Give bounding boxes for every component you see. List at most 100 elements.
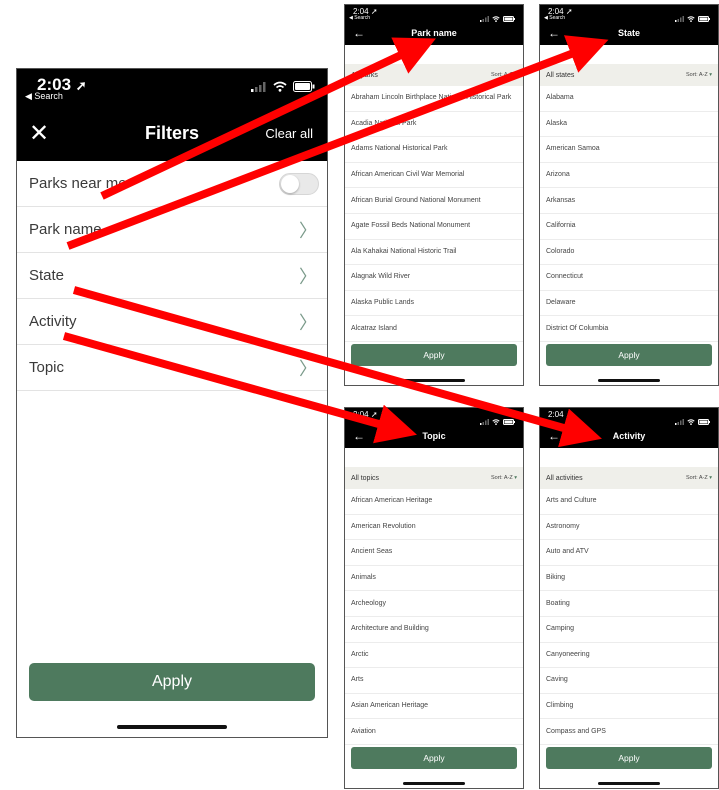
back-to-search-link[interactable]: ◀ Search — [544, 15, 565, 21]
list-item[interactable]: Arts and Culture — [540, 489, 718, 515]
home-indicator[interactable] — [403, 782, 465, 785]
list-item[interactable]: Climbing — [540, 694, 718, 720]
list-item[interactable]: Arizona — [540, 163, 718, 189]
list-item[interactable]: Aviation — [345, 719, 523, 745]
apply-button[interactable]: Apply — [351, 747, 517, 769]
list-item[interactable]: Ala Kahakai National Historic Trail — [345, 240, 523, 266]
back-to-search-link[interactable]: ◀ Search — [25, 91, 63, 102]
status-bar: 2:04 ➚ — [540, 408, 718, 426]
filter-label: State — [29, 267, 65, 284]
caret-down-icon: ▾ — [514, 72, 517, 78]
list-header[interactable]: All activities Sort: A-Z ▾ — [540, 467, 718, 489]
list-item[interactable]: Archeology — [345, 591, 523, 617]
back-to-search-link[interactable]: ◀ Search — [349, 15, 370, 21]
location-arrow-icon: ➚ — [565, 410, 573, 419]
list-item[interactable]: Abraham Lincoln Birthplace National Hist… — [345, 86, 523, 112]
page-title: State — [617, 28, 640, 38]
filter-row-state[interactable]: State 〉 — [17, 253, 327, 299]
caret-down-icon: ▾ — [709, 72, 712, 78]
filters-screen: 2:03 ➚ ◀ Search ✕ Filters Clear all Park… — [16, 68, 328, 738]
nav-bar: ← State — [540, 23, 718, 45]
list-item[interactable]: Delaware — [540, 291, 718, 317]
list-item[interactable]: Astronomy — [540, 515, 718, 541]
list-item[interactable]: Acadia National Park — [345, 112, 523, 138]
list-item[interactable]: American Samoa — [540, 137, 718, 163]
battery-icon — [293, 79, 315, 97]
caret-down-icon: ▾ — [709, 475, 712, 481]
filter-row-activity[interactable]: Activity 〉 — [17, 299, 327, 345]
list-header-label: All topics — [351, 474, 380, 482]
park-filter-screen: 2:04 ➚ ◀ Search ← Park name All parks So… — [344, 4, 524, 386]
status-bar: 2:04 ➚ — [345, 408, 523, 426]
home-indicator[interactable] — [598, 782, 660, 785]
list-item[interactable]: Alaska Public Lands — [345, 291, 523, 317]
filter-label: Parks near me — [29, 175, 127, 192]
list-item[interactable]: African American Civil War Memorial — [345, 163, 523, 189]
list-item[interactable]: Boating — [540, 591, 718, 617]
signal-icon — [251, 79, 267, 97]
list-item[interactable]: Alagnak Wild River — [345, 265, 523, 291]
home-indicator[interactable] — [598, 379, 660, 382]
nav-bar: ← Activity — [540, 426, 718, 448]
filter-label: Park name — [29, 221, 102, 238]
chevron-right-icon: 〉 — [299, 266, 317, 287]
home-indicator[interactable] — [117, 725, 227, 729]
list-item[interactable]: American Revolution — [345, 515, 523, 541]
sort-dropdown[interactable]: Sort: A-Z ▾ — [686, 475, 712, 481]
list-item[interactable]: Arkansas — [540, 188, 718, 214]
list-item[interactable]: Camping — [540, 617, 718, 643]
list-item[interactable]: Agate Fossil Beds National Monument — [345, 214, 523, 240]
filter-label: Activity — [29, 313, 77, 330]
nav-bar: ← Topic — [345, 426, 523, 448]
status-bar: 2:04 ➚ ◀ Search — [345, 5, 523, 23]
clear-all-button[interactable]: Clear all — [265, 126, 313, 141]
filter-row-parks-near-me[interactable]: Parks near me — [17, 161, 327, 207]
filter-row-park-name[interactable]: Park name 〉 — [17, 207, 327, 253]
list-item[interactable]: California — [540, 214, 718, 240]
status-time: 2:04 ➚ — [548, 410, 573, 419]
list-header-label: All parks — [351, 71, 378, 79]
list-item[interactable]: African Burial Ground National Monument — [345, 188, 523, 214]
list-item[interactable]: Auto and ATV — [540, 540, 718, 566]
apply-button[interactable]: Apply — [29, 663, 315, 701]
list-header-label: All activities — [546, 474, 583, 482]
filter-row-topic[interactable]: Topic 〉 — [17, 345, 327, 391]
list-item[interactable]: Adams National Historical Park — [345, 137, 523, 163]
sort-dropdown[interactable]: Sort: A-Z ▾ — [491, 72, 517, 78]
sort-dropdown[interactable]: Sort: A-Z ▾ — [686, 72, 712, 78]
list-item[interactable]: Animals — [345, 566, 523, 592]
list-item[interactable]: Alcatraz Island — [345, 316, 523, 342]
list-item[interactable]: Biking — [540, 566, 718, 592]
status-bar: 2:03 ➚ ◀ Search — [17, 69, 327, 109]
status-bar: 2:04 ➚ ◀ Search — [540, 5, 718, 23]
chevron-right-icon: 〉 — [299, 358, 317, 379]
home-indicator[interactable] — [403, 379, 465, 382]
list-item[interactable]: Architecture and Building — [345, 617, 523, 643]
list-item[interactable]: Compass and GPS — [540, 719, 718, 745]
list-item[interactable]: Asian American Heritage — [345, 694, 523, 720]
list-item[interactable]: Arts — [345, 668, 523, 694]
list-item[interactable]: Caving — [540, 668, 718, 694]
list-item[interactable]: Ancient Seas — [345, 540, 523, 566]
list-item[interactable]: Connecticut — [540, 265, 718, 291]
list-item[interactable]: Colorado — [540, 240, 718, 266]
filter-label: Topic — [29, 359, 65, 376]
status-time: 2:04 ➚ — [353, 410, 378, 419]
parks-near-me-toggle[interactable] — [279, 172, 319, 195]
apply-button[interactable]: Apply — [546, 344, 712, 366]
list-header[interactable]: All parks Sort: A-Z ▾ — [345, 64, 523, 86]
list-item[interactable]: Canyoneering — [540, 643, 718, 669]
list-item[interactable]: Alaska — [540, 112, 718, 138]
sort-dropdown[interactable]: Sort: A-Z ▾ — [491, 475, 517, 481]
caret-down-icon: ▾ — [514, 475, 517, 481]
state-filter-screen: 2:04 ➚ ◀ Search ← State All states Sort:… — [539, 4, 719, 386]
list-item[interactable]: African American Heritage — [345, 489, 523, 515]
list-item[interactable]: Alabama — [540, 86, 718, 112]
list-header[interactable]: All topics Sort: A-Z ▾ — [345, 467, 523, 489]
apply-button[interactable]: Apply — [546, 747, 712, 769]
list-item[interactable]: Arctic — [345, 643, 523, 669]
list-item[interactable]: District Of Columbia — [540, 316, 718, 342]
page-title: Activity — [612, 431, 646, 441]
list-header[interactable]: All states Sort: A-Z ▾ — [540, 64, 718, 86]
apply-button[interactable]: Apply — [351, 344, 517, 366]
